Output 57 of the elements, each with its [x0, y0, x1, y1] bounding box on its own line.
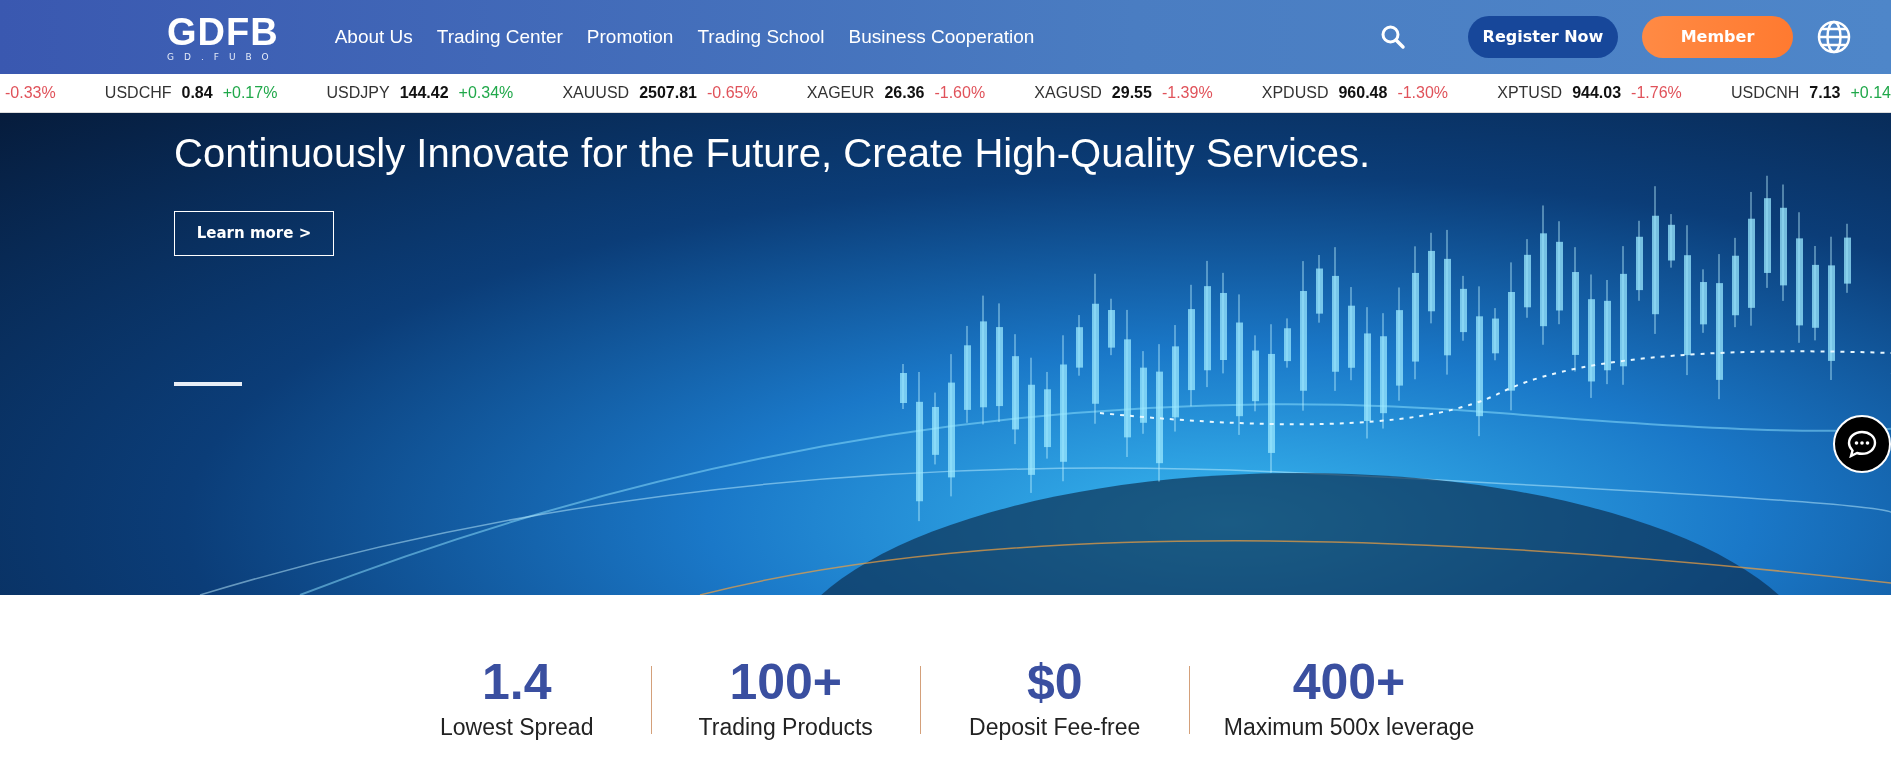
chat-button[interactable]: [1833, 415, 1891, 473]
nav-link[interactable]: About Us: [334, 22, 413, 52]
stat-label: Trading Products: [698, 713, 873, 742]
ticker-price: 7.13: [1809, 83, 1841, 103]
ticker-price: 0.84: [181, 83, 213, 103]
ticker-change: -1.76%: [1631, 83, 1682, 103]
ticker-change: -0.65%: [706, 83, 758, 103]
nav-link[interactable]: Business Cooperation: [848, 22, 1035, 52]
learn-more-button[interactable]: Learn more >: [174, 211, 334, 256]
ticker-price: 2507.81: [639, 83, 697, 103]
globe-icon[interactable]: [1817, 20, 1851, 54]
ticker-price: 960.48: [1338, 83, 1388, 103]
register-button[interactable]: Register Now: [1468, 16, 1618, 58]
stat-label: Deposit Fee-free: [969, 713, 1141, 742]
ticker-price: 29.55: [1111, 83, 1152, 103]
candlestick: [1460, 275, 1467, 342]
stat-value: 1.4: [481, 655, 552, 710]
ticker-change: -1.30%: [1397, 83, 1449, 103]
candlestick: [1700, 268, 1707, 334]
nav-link[interactable]: Trading Center: [436, 22, 563, 52]
chat-icon: [1847, 430, 1877, 458]
ticker-change: -1.39%: [1161, 83, 1213, 103]
ticker-symbol: XPDUSD: [1261, 83, 1329, 103]
stat-value: $0: [1026, 655, 1083, 710]
ticker-change: -1.60%: [934, 83, 986, 103]
candlestick: [1316, 254, 1323, 324]
logo[interactable]: GDFB: [167, 12, 279, 51]
stat-label: Maximum 500x leverage: [1223, 713, 1475, 742]
ticker-symbol: XAUUSD: [562, 83, 630, 103]
ticker-symbol: USDJPY: [326, 83, 390, 103]
ticker-change: -0.33%: [5, 83, 56, 103]
ticker-symbol: XPTUSD: [1497, 83, 1563, 103]
ticker-symbol: USDCHF: [104, 83, 172, 103]
candlestick: [1492, 307, 1499, 361]
candlestick: [900, 363, 907, 410]
candlestick: [1284, 317, 1291, 369]
nav-link[interactable]: Promotion: [586, 22, 674, 52]
candlestick: [1076, 314, 1083, 377]
candlestick: [1844, 223, 1851, 294]
search-icon[interactable]: [1380, 24, 1406, 50]
ticker-change: +0.14: [1850, 83, 1891, 103]
hero-title: Continuously Innovate for the Future, Create High-Quality Services.: [174, 130, 1372, 177]
ticker-price: 944.03: [1572, 83, 1622, 103]
ticker-symbol: XAGUSD: [1034, 83, 1102, 103]
candlestick: [1668, 213, 1675, 269]
stat-label: Lowest Spread: [440, 713, 594, 742]
stat-value: 400+: [1292, 655, 1406, 710]
stat-value: 100+: [729, 655, 843, 710]
ticker-price: 26.36: [884, 83, 925, 103]
ticker-symbol: USDCNH: [1730, 83, 1800, 103]
candlestick: [1108, 298, 1115, 356]
ticker-price: 144.42: [399, 83, 449, 103]
logo-subtitle: GD.FUBO: [167, 52, 279, 62]
ticker-change: +0.34%: [458, 83, 514, 103]
ticker-change: +0.17%: [222, 83, 278, 103]
nav-link[interactable]: Trading School: [697, 22, 825, 52]
ticker-symbol: XAGEUR: [806, 83, 875, 103]
